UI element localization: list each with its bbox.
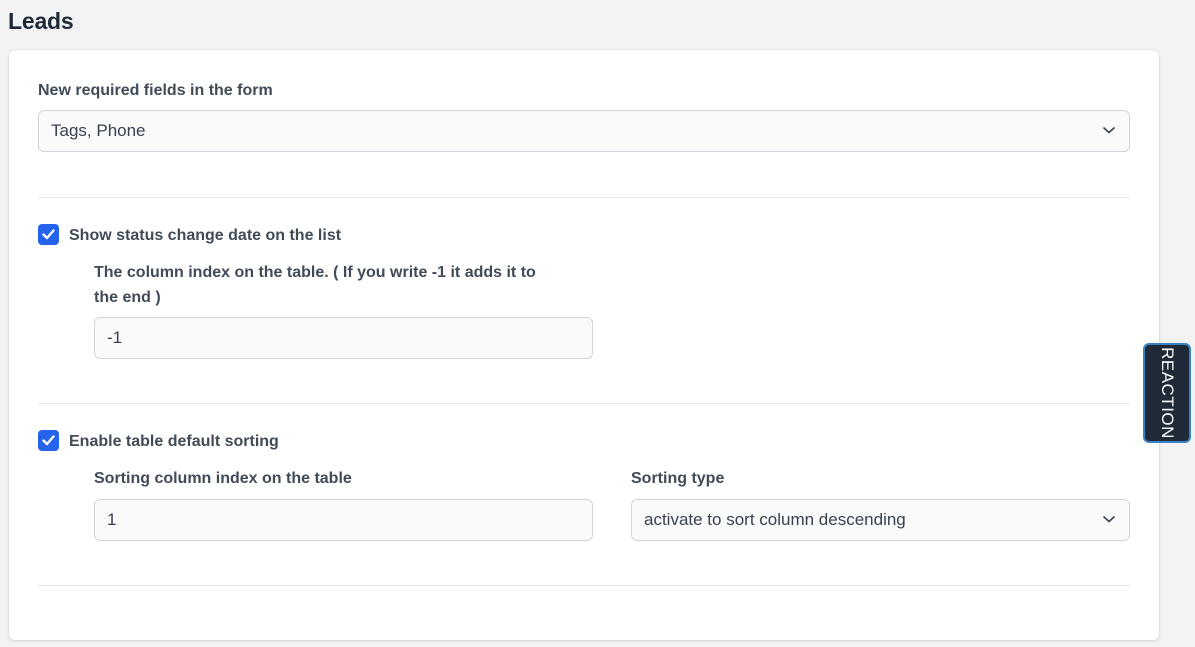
chevron-down-icon: [1102, 126, 1116, 134]
sorting-column-index-value: 1: [107, 510, 117, 529]
required-fields-value: Tags, Phone: [51, 121, 146, 140]
sorting-type-label: Sorting type: [631, 470, 725, 487]
leads-settings-card: New required fields in the form Tags, Ph…: [9, 50, 1159, 640]
reaction-tab-label: REACTION: [1158, 347, 1177, 439]
default-sorting-checkbox[interactable]: [38, 430, 59, 451]
status-change-label: Show status change date on the list: [69, 227, 342, 244]
default-sorting-label: Enable table default sorting: [69, 433, 279, 450]
status-column-index-label-line2: the end ): [94, 289, 161, 306]
sorting-type-value: activate to sort column descending: [644, 510, 906, 529]
status-column-index-value: -1: [107, 328, 123, 347]
status-column-index-label-line1: The column index on the table. ( If you …: [94, 264, 536, 281]
status-column-index-label: The column index on the table. ( If you …: [94, 260, 536, 310]
checkmark-icon: [42, 229, 55, 240]
chevron-down-icon: [1102, 515, 1116, 523]
section-divider: [38, 197, 1130, 198]
status-change-checkbox[interactable]: [38, 224, 59, 245]
checkmark-icon: [42, 435, 55, 446]
reaction-tab[interactable]: REACTION: [1143, 343, 1191, 443]
status-column-index-input[interactable]: -1: [94, 317, 593, 359]
required-fields-label: New required fields in the form: [38, 82, 273, 99]
sorting-type-select[interactable]: activate to sort column descending: [631, 499, 1130, 541]
section-divider: [38, 585, 1130, 586]
section-divider: [38, 403, 1130, 404]
required-fields-select[interactable]: Tags, Phone: [38, 110, 1130, 152]
sorting-column-index-input[interactable]: 1: [94, 499, 593, 541]
sorting-column-index-label: Sorting column index on the table: [94, 470, 352, 487]
page-title: Leads: [8, 8, 74, 34]
